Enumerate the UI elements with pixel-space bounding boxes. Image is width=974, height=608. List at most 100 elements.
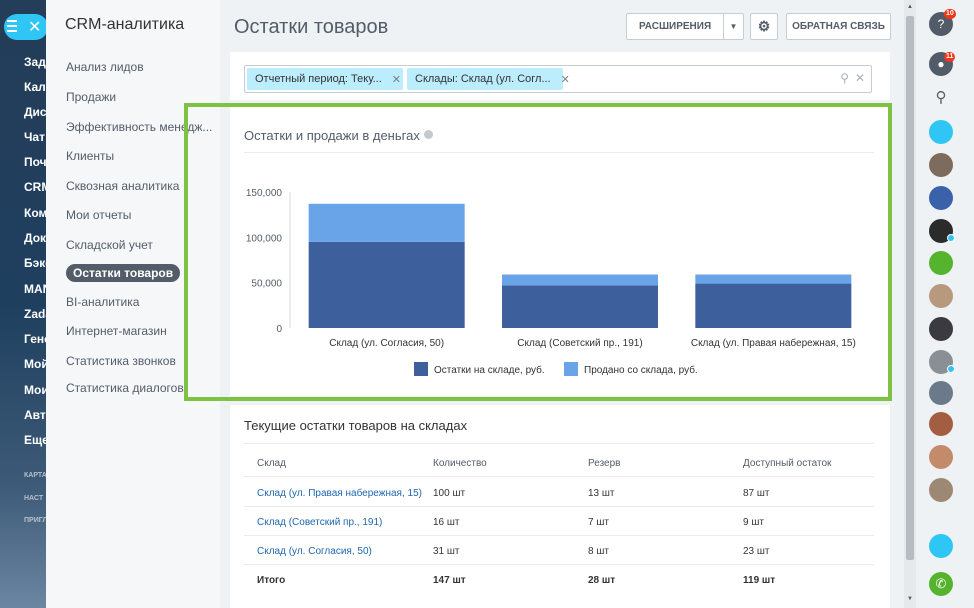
nav-small-item[interactable]: НАСТ — [24, 495, 43, 502]
settings-button[interactable]: ⚙ — [750, 13, 778, 40]
column-header[interactable]: Склад — [257, 458, 286, 469]
crm-menu-item[interactable]: Мои отчеты — [66, 208, 131, 222]
scrollbar-thumb[interactable] — [906, 16, 914, 560]
warehouse-link[interactable]: Склад (Советский пр., 191) — [257, 517, 382, 528]
filter-chip-label: Отчетный период: Теку... — [255, 73, 382, 85]
crm-menu-item[interactable]: Складской учет — [66, 238, 153, 252]
search-icon[interactable]: ⚲ — [929, 86, 953, 110]
filter-input[interactable]: Отчетный период: Теку... ✕ Склады: Склад… — [244, 65, 872, 93]
avatar[interactable] — [929, 317, 953, 341]
crm-menu-item[interactable]: Эффективность менедж... — [66, 120, 212, 134]
chevron-down-icon[interactable]: ▼ — [724, 22, 743, 31]
avatar[interactable] — [929, 478, 953, 502]
table-title: Текущие остатки товаров на складах — [244, 418, 468, 433]
total-quantity: 147 шт — [433, 575, 466, 586]
phone-icon[interactable]: ✆ — [929, 572, 953, 596]
total-available: 119 шт — [743, 575, 776, 586]
page-title: Остатки товаров — [234, 16, 389, 38]
crm-menu-item[interactable]: Сквозная аналитика — [66, 179, 179, 193]
legend-label: Остатки на складе, руб. — [434, 364, 545, 376]
close-icon[interactable]: ✕ — [561, 73, 570, 86]
crm-menu-item[interactable]: Интернет-магазин — [66, 324, 167, 338]
table-row: Склад (Советский пр., 191) 16 шт 7 шт 9 … — [244, 507, 874, 536]
total-reserve: 28 шт — [588, 575, 616, 586]
legend-label: Продано со склада, руб. — [584, 364, 698, 376]
bar-stock — [695, 283, 852, 328]
nav-small-item[interactable]: ПРИГЛ — [24, 517, 47, 524]
quantity-cell: 16 шт — [433, 517, 460, 528]
lock-icon[interactable] — [929, 251, 953, 275]
table-header-row: Склад Количество Резерв Доступный остато… — [244, 448, 874, 477]
y-tick-label: 50,000 — [251, 279, 282, 290]
group-chat-icon[interactable] — [929, 186, 953, 210]
bar-sold — [502, 274, 658, 286]
x-category-label: Склад (ул. Согласия, 50) — [329, 338, 444, 349]
quantity-cell: 31 шт — [433, 546, 460, 557]
stock-table-card: Текущие остатки товаров на складах Склад… — [230, 405, 890, 608]
avatar[interactable] — [929, 381, 953, 405]
extensions-button[interactable]: РАСШИРЕНИЯ ▼ — [626, 13, 744, 40]
help-badge: 10 — [944, 9, 956, 19]
bar-sold — [695, 274, 852, 284]
scroll-up-icon[interactable]: ▲ — [907, 4, 913, 10]
main-content: Остатки товаров РАСШИРЕНИЯ ▼ ⚙ ОБРАТНАЯ … — [230, 0, 891, 608]
crm-menu-item[interactable]: Клиенты — [66, 149, 114, 163]
avatar[interactable] — [929, 445, 953, 469]
chart-card: Остатки и продажи в деньгах 150,000 100,0… — [230, 106, 890, 396]
avatar[interactable] — [929, 153, 953, 177]
slider-panel: CRM-аналитика Анализ лидов Продажи Эффек… — [46, 0, 916, 608]
avatar[interactable] — [929, 412, 953, 436]
scroll-down-icon[interactable]: ▼ — [907, 596, 913, 602]
feedback-button[interactable]: ОБРАТНАЯ СВЯЗЬ — [786, 13, 891, 40]
search-icon[interactable]: ⚲ — [840, 71, 849, 85]
quantity-cell: 100 шт — [433, 488, 466, 499]
close-icon[interactable]: ✕ — [855, 71, 865, 85]
column-header[interactable]: Количество — [433, 458, 487, 469]
stacked-bar-chart: 150,000 100,000 50,000 0 Склад (ул. Согласия… — [246, 188, 856, 376]
crm-menu-item[interactable]: Продажи — [66, 90, 116, 104]
table-total-row: Итого 147 шт 28 шт 119 шт — [244, 565, 874, 594]
legend-swatch — [414, 362, 428, 376]
total-label: Итого — [257, 575, 286, 586]
crm-menu-item-active[interactable]: Остатки товаров — [66, 264, 181, 282]
notifications-badge: 11 — [944, 52, 956, 62]
divider — [244, 443, 874, 444]
crm-menu-item[interactable]: BI-аналитика — [66, 295, 139, 309]
nav-item[interactable]: Мой — [24, 357, 49, 371]
filter-chip-period[interactable]: Отчетный период: Теку... ✕ — [247, 68, 403, 90]
extensions-label: РАСШИРЕНИЯ — [639, 21, 712, 32]
bar-stock — [308, 241, 465, 328]
available-cell: 87 шт — [743, 488, 770, 499]
y-tick-label: 100,000 — [246, 233, 283, 244]
crm-menu-item[interactable]: Статистика звонков — [66, 354, 176, 368]
bar-stock — [502, 285, 658, 328]
new-chat-icon[interactable] — [929, 534, 953, 558]
nav-item[interactable]: Мои — [24, 383, 49, 397]
crm-menu: CRM-аналитика Анализ лидов Продажи Эффек… — [46, 0, 220, 608]
scrollbar[interactable]: ▲ ▼ — [904, 0, 916, 608]
reserve-cell: 8 шт — [588, 546, 609, 557]
right-sidebar: ? 10 ● 11 ⚲ ✆ — [916, 0, 974, 608]
warehouse-link[interactable]: Склад (ул. Согласия, 50) — [257, 546, 372, 557]
column-header[interactable]: Резерв — [588, 458, 620, 469]
crm-menu-item[interactable]: Статистика диалогов — [66, 381, 184, 395]
available-cell: 23 шт — [743, 546, 770, 557]
hamburger-icon — [7, 20, 17, 35]
nav-item[interactable]: Чат — [24, 130, 45, 144]
close-icon[interactable]: ✕ — [28, 17, 41, 37]
team-icon[interactable] — [929, 120, 953, 144]
filter-chip-warehouse[interactable]: Склады: Склад (ул. Согл... ✕ — [407, 68, 570, 90]
close-icon[interactable]: ✕ — [392, 73, 401, 86]
table-row: Склад (ул. Согласия, 50) 31 шт 8 шт 23 ш… — [244, 536, 874, 565]
warehouse-link[interactable]: Склад (ул. Правая набережная, 15) — [257, 488, 422, 499]
column-header[interactable]: Доступный остаток — [743, 458, 831, 469]
y-tick-label: 0 — [276, 324, 282, 335]
reserve-cell: 13 шт — [588, 488, 615, 499]
crm-menu-title: CRM-аналитика — [65, 16, 185, 33]
nav-small-item[interactable]: КАРТА — [24, 472, 47, 479]
online-indicator — [947, 365, 955, 373]
crm-menu-item[interactable]: Анализ лидов — [66, 60, 144, 74]
avatar[interactable] — [929, 284, 953, 308]
menu-toggle-button[interactable]: ✕ — [4, 14, 48, 40]
reserve-cell: 7 шт — [588, 517, 609, 528]
